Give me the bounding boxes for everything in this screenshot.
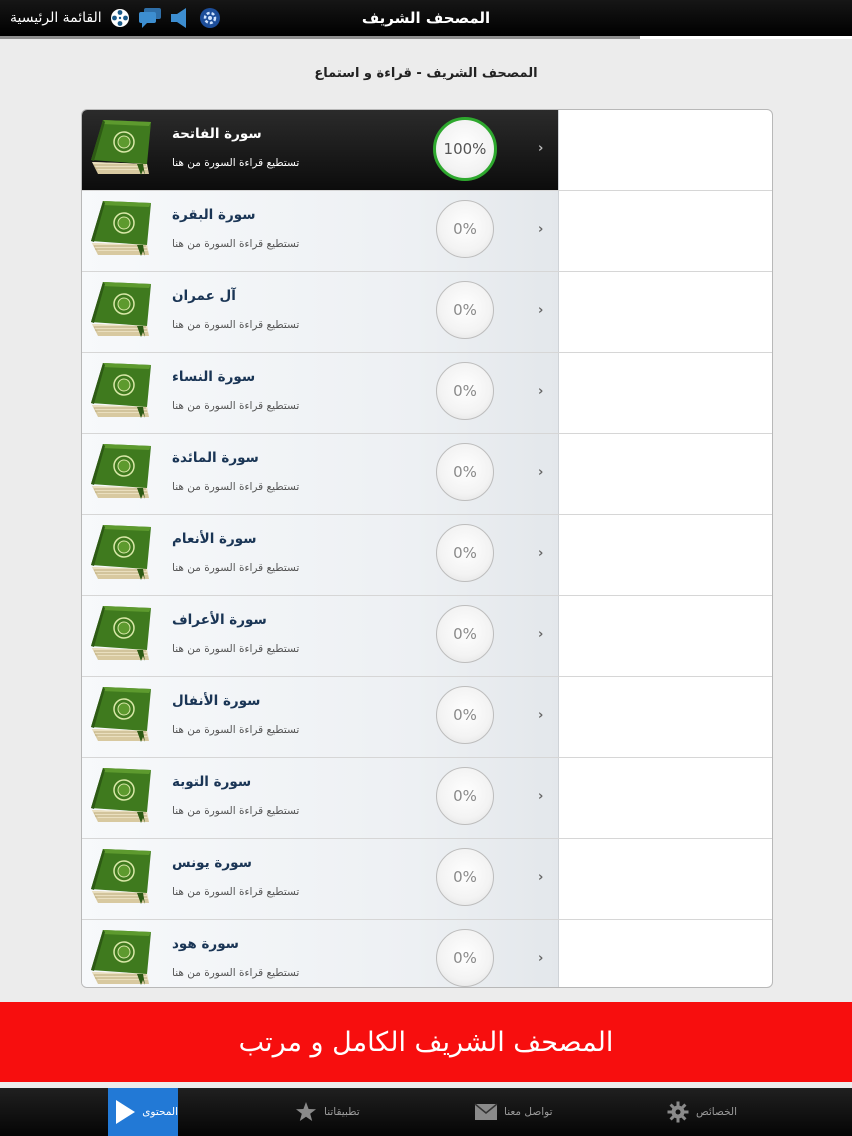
quran-book-icon [89, 847, 153, 905]
progress-circle: 0% [436, 605, 494, 663]
quran-book-icon [89, 604, 153, 662]
surah-name: سورة الأنفال [172, 693, 261, 709]
chevron-right-icon: › [538, 384, 544, 399]
chevron-right-icon: › [538, 627, 544, 642]
quran-book-icon [89, 523, 153, 581]
progress-circle: 0% [436, 443, 494, 501]
surah-description: تستطيع قراءة السورة من هنا [172, 400, 300, 412]
quran-book-icon [89, 766, 153, 824]
chevron-right-icon: › [538, 546, 544, 561]
tab-our-apps-label: تطبيقاتنا [324, 1106, 360, 1118]
surah-description: تستطيع قراءة السورة من هنا [172, 724, 300, 736]
surah-name: آل عمران [172, 288, 236, 304]
surah-name: سورة الأعراف [172, 612, 267, 628]
quran-book-icon [89, 442, 153, 500]
surah-row[interactable]: سورة هود تستطيع قراءة السورة من هنا 0% › [82, 920, 772, 987]
surah-name: سورة الأنعام [172, 531, 257, 547]
surah-name: سورة البقرة [172, 207, 256, 223]
progress-circle: 0% [436, 200, 494, 258]
surah-description: تستطيع قراءة السورة من هنا [172, 967, 300, 979]
page-title: المصحف الشريف [361, 9, 491, 27]
surah-name: سورة هود [172, 936, 239, 952]
tab-contents-label: المحتوى [142, 1106, 178, 1118]
surah-description: تستطيع قراءة السورة من هنا [172, 805, 300, 817]
chevron-right-icon: › [538, 465, 544, 480]
chevron-right-icon: › [538, 789, 544, 804]
progress-circle: 0% [436, 848, 494, 906]
play-icon [114, 1100, 136, 1124]
chevron-right-icon: › [538, 708, 544, 723]
surah-row[interactable]: آل عمران تستطيع قراءة السورة من هنا 0% › [82, 272, 772, 353]
quran-book-icon [89, 280, 153, 338]
tab-features[interactable]: الخصائص [666, 1088, 737, 1136]
surah-row-button[interactable]: سورة التوبة تستطيع قراءة السورة من هنا 0… [82, 758, 559, 838]
promo-banner[interactable]: المصحف الشريف الكامل و مرتب [0, 1002, 852, 1082]
surah-row[interactable]: سورة الفاتحة تستطيع قراءة السورة من هنا … [82, 110, 772, 191]
quran-book-icon [89, 199, 153, 257]
surah-list: سورة الفاتحة تستطيع قراءة السورة من هنا … [81, 109, 773, 988]
surah-name: سورة المائدة [172, 450, 259, 466]
gear-icon [666, 1100, 690, 1124]
chevron-right-icon: › [538, 222, 544, 237]
load-progress-track [640, 36, 852, 39]
surah-row[interactable]: سورة النساء تستطيع قراءة السورة من هنا 0… [82, 353, 772, 434]
surah-row-button[interactable]: سورة الفاتحة تستطيع قراءة السورة من هنا … [82, 110, 559, 190]
surah-row-button[interactable]: سورة هود تستطيع قراءة السورة من هنا 0% › [82, 920, 559, 987]
tab-our-apps[interactable]: تطبيقاتنا [294, 1088, 360, 1136]
surah-row[interactable]: سورة البقرة تستطيع قراءة السورة من هنا 0… [82, 191, 772, 272]
surah-row-button[interactable]: سورة يونس تستطيع قراءة السورة من هنا 0% … [82, 839, 559, 919]
quran-book-icon [89, 361, 153, 419]
progress-circle: 0% [436, 686, 494, 744]
tab-contents[interactable]: المحتوى [108, 1088, 178, 1136]
progress-circle: 0% [436, 281, 494, 339]
surah-description: تستطيع قراءة السورة من هنا [172, 886, 300, 898]
progress-circle: 0% [436, 524, 494, 582]
top-bar: القائمة الرئيسية المصحف الشريف [0, 0, 852, 36]
surah-name: سورة يونس [172, 855, 252, 871]
surah-description: تستطيع قراءة السورة من هنا [172, 562, 300, 574]
progress-circle: 0% [436, 929, 494, 987]
chevron-right-icon: › [538, 870, 544, 885]
surah-row-button[interactable]: سورة البقرة تستطيع قراءة السورة من هنا 0… [82, 191, 559, 271]
surah-row[interactable]: سورة التوبة تستطيع قراءة السورة من هنا 0… [82, 758, 772, 839]
progress-circle: 0% [436, 767, 494, 825]
surah-description: تستطيع قراءة السورة من هنا [172, 238, 300, 250]
surah-row[interactable]: سورة الأنفال تستطيع قراءة السورة من هنا … [82, 677, 772, 758]
surah-row-button[interactable]: سورة النساء تستطيع قراءة السورة من هنا 0… [82, 353, 559, 433]
surah-name: سورة النساء [172, 369, 256, 385]
star-icon [294, 1100, 318, 1124]
surah-description: تستطيع قراءة السورة من هنا [172, 481, 300, 493]
progress-circle: 100% [433, 117, 497, 181]
surah-description: تستطيع قراءة السورة من هنا [172, 643, 300, 655]
load-progress-bar [0, 36, 640, 39]
tab-features-label: الخصائص [696, 1106, 737, 1118]
chevron-right-icon: › [538, 141, 544, 156]
quran-book-icon [89, 118, 153, 176]
quran-book-icon [89, 685, 153, 743]
surah-description: تستطيع قراءة السورة من هنا [172, 319, 300, 331]
surah-row[interactable]: سورة الأنعام تستطيع قراءة السورة من هنا … [82, 515, 772, 596]
surah-row-button[interactable]: آل عمران تستطيع قراءة السورة من هنا 0% › [82, 272, 559, 352]
surah-description: تستطيع قراءة السورة من هنا [172, 157, 300, 169]
surah-row-button[interactable]: سورة الأنفال تستطيع قراءة السورة من هنا … [82, 677, 559, 757]
surah-row[interactable]: سورة المائدة تستطيع قراءة السورة من هنا … [82, 434, 772, 515]
surah-name: سورة الفاتحة [172, 126, 262, 142]
surah-row[interactable]: سورة الأعراف تستطيع قراءة السورة من هنا … [82, 596, 772, 677]
chevron-right-icon: › [538, 303, 544, 318]
tab-contact-us-label: تواصل معنا [504, 1106, 553, 1118]
surah-row-button[interactable]: سورة الأعراف تستطيع قراءة السورة من هنا … [82, 596, 559, 676]
tab-contact-us[interactable]: تواصل معنا [474, 1088, 553, 1136]
surah-row[interactable]: سورة يونس تستطيع قراءة السورة من هنا 0% … [82, 839, 772, 920]
surah-row-button[interactable]: سورة الأنعام تستطيع قراءة السورة من هنا … [82, 515, 559, 595]
surah-row-button[interactable]: سورة المائدة تستطيع قراءة السورة من هنا … [82, 434, 559, 514]
envelope-icon [474, 1100, 498, 1124]
surah-name: سورة التوبة [172, 774, 252, 790]
progress-circle: 0% [436, 362, 494, 420]
quran-book-icon [89, 928, 153, 986]
tab-bar: المحتوى تطبيقاتنا تواصل معنا الخصائص [0, 1088, 852, 1136]
chevron-right-icon: › [538, 951, 544, 966]
list-heading: المصحف الشريف - قراءة و استماع [314, 66, 538, 81]
